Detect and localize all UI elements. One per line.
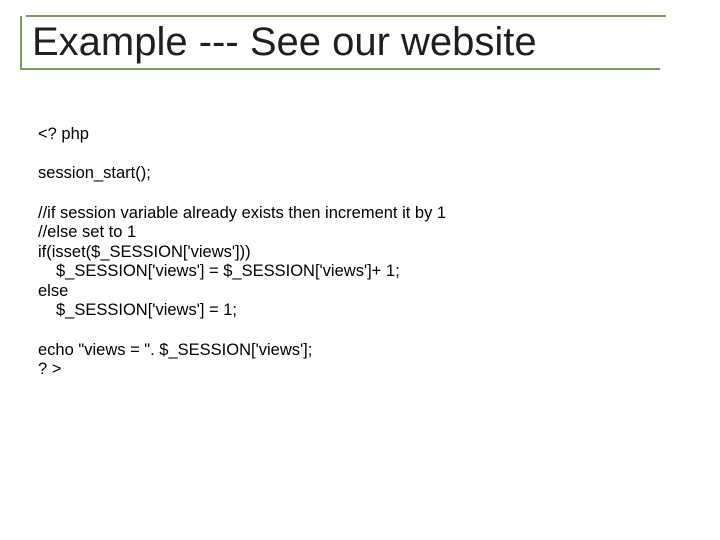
code-line: $_SESSION['views'] = 1; — [38, 301, 658, 320]
code-line: echo "views = ". $_SESSION['views']; — [38, 341, 658, 360]
code-line: //else set to 1 — [38, 223, 658, 242]
code-line: ? > — [38, 360, 658, 379]
slide-title-container: Example --- See our website — [20, 15, 680, 70]
code-line: <? php — [38, 125, 658, 144]
code-line: $_SESSION['views'] = $_SESSION['views']+… — [38, 262, 658, 281]
slide-title: Example --- See our website — [20, 16, 660, 70]
code-line: session_start(); — [38, 164, 658, 183]
code-line: //if session variable already exists the… — [38, 204, 658, 223]
code-line: if(isset($_SESSION['views'])) — [38, 243, 658, 262]
code-line: else — [38, 282, 658, 301]
slide-body: <? php session_start(); //if session var… — [38, 125, 658, 380]
